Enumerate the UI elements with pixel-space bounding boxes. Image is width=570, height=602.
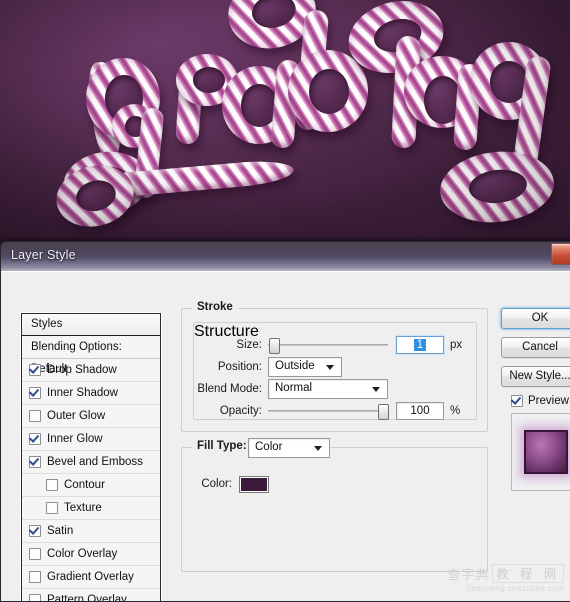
style-label: Color Overlay xyxy=(47,548,118,560)
style-label: Gradient Overlay xyxy=(47,571,134,583)
checkbox-drop-shadow[interactable] xyxy=(29,364,41,376)
size-input[interactable]: 1 xyxy=(396,336,444,354)
opacity-unit: % xyxy=(450,405,461,417)
fill-type-value: Color xyxy=(255,441,283,453)
opacity-slider-track xyxy=(268,410,388,412)
vignette-overlay xyxy=(0,0,570,245)
checkbox-contour[interactable] xyxy=(46,479,58,491)
titlebar-gloss xyxy=(1,242,570,255)
blend-mode-value: Normal xyxy=(275,382,313,394)
watermark: 查字典 教 程 网 jiaocheng.chazidian.com xyxy=(424,564,564,596)
style-row-inner-shadow[interactable]: Inner Shadow xyxy=(22,382,160,405)
checkbox-inner-shadow[interactable] xyxy=(29,387,41,399)
position-select[interactable]: Outside xyxy=(268,357,342,377)
position-value: Outside xyxy=(275,360,315,372)
preview-panel xyxy=(511,413,570,491)
opacity-slider[interactable] xyxy=(268,404,389,420)
opacity-slider-knob[interactable] xyxy=(378,404,389,420)
style-row-contour[interactable]: Contour xyxy=(22,474,160,497)
stroke-group-legend: Stroke xyxy=(192,301,238,313)
stroke-group: Stroke Structure Size: 1 px Position: Ou… xyxy=(181,301,488,432)
style-label: Inner Shadow xyxy=(47,387,118,399)
watermark-url: jiaocheng.chazidian.com xyxy=(467,584,564,593)
stroke-options-pane: Stroke Structure Size: 1 px Position: Ou… xyxy=(181,301,488,572)
fill-type-group: Fill Type: Color Color: xyxy=(181,438,488,572)
structure-group: Structure Size: 1 px Position: Outside B… xyxy=(193,322,477,420)
style-label: Bevel and Emboss xyxy=(47,456,143,468)
blend-mode-select[interactable]: Normal xyxy=(268,379,388,399)
checkbox-texture[interactable] xyxy=(46,502,58,514)
style-row-pattern-overlay[interactable]: Pattern Overlay xyxy=(22,589,160,602)
style-row-outer-glow[interactable]: Outer Glow xyxy=(22,405,160,428)
preview-checkbox-row[interactable]: Preview xyxy=(511,395,570,407)
close-icon[interactable] xyxy=(551,243,570,265)
chevron-down-icon[interactable] xyxy=(326,365,334,370)
style-row-gradient-overlay[interactable]: Gradient Overlay xyxy=(22,566,160,589)
style-label: Pattern Overlay xyxy=(47,594,127,602)
opacity-input[interactable]: 100 xyxy=(396,402,444,420)
color-label: Color: xyxy=(201,478,232,490)
style-label: Outer Glow xyxy=(47,410,106,422)
size-unit: px xyxy=(450,339,463,351)
style-row-texture[interactable]: Texture xyxy=(22,497,160,520)
position-label: Position: xyxy=(217,361,262,373)
checkbox-color-overlay[interactable] xyxy=(29,548,41,560)
ok-button[interactable]: OK xyxy=(501,308,570,329)
chevron-down-icon[interactable] xyxy=(314,446,322,451)
checkbox-outer-glow[interactable] xyxy=(29,410,41,422)
style-row-color-overlay[interactable]: Color Overlay xyxy=(22,543,160,566)
styles-list-header: Styles xyxy=(22,314,160,336)
new-style-button[interactable]: New Style... xyxy=(501,366,570,387)
background-artwork xyxy=(0,0,570,245)
style-label: Drop Shadow xyxy=(47,364,117,376)
watermark-tagline: 教 程 网 xyxy=(492,564,564,583)
style-label: Texture xyxy=(64,502,102,514)
color-swatch[interactable] xyxy=(239,475,269,493)
dialog-titlebar[interactable]: Layer Style xyxy=(1,242,570,272)
dialog-button-column: OK Cancel New Style... Preview xyxy=(501,308,570,491)
checkbox-satin[interactable] xyxy=(29,525,41,537)
watermark-logo: 查字典 教 程 网 xyxy=(424,564,564,583)
style-label: Satin xyxy=(47,525,74,537)
chevron-down-icon[interactable] xyxy=(372,387,380,392)
size-value: 1 xyxy=(413,339,427,351)
style-row-inner-glow[interactable]: Inner Glow xyxy=(22,428,160,451)
blend-mode-label: Blend Mode: xyxy=(197,383,262,395)
styles-list-panel: Styles Blending Options: Default Drop Sh… xyxy=(21,313,161,602)
style-row-bevel-and-emboss[interactable]: Bevel and Emboss xyxy=(22,451,160,474)
opacity-label: Opacity: xyxy=(219,405,262,417)
watermark-brand: 查字典 xyxy=(447,568,490,583)
size-label: Size: xyxy=(236,339,262,351)
dialog-title: Layer Style xyxy=(11,248,76,262)
checkbox-bevel-and-emboss[interactable] xyxy=(29,456,41,468)
fill-type-label: Fill Type: xyxy=(192,440,252,452)
layer-style-dialog: Layer Style Styles Blending Options: Def… xyxy=(0,241,570,602)
blending-options-row[interactable]: Blending Options: Default xyxy=(22,336,160,375)
style-label: Contour xyxy=(64,479,105,491)
checkbox-inner-glow[interactable] xyxy=(29,433,41,445)
size-slider-knob[interactable] xyxy=(269,338,280,354)
size-slider-track xyxy=(268,344,388,346)
dialog-body: Styles Blending Options: Default Drop Sh… xyxy=(1,271,570,601)
style-row-satin[interactable]: Satin xyxy=(22,520,160,543)
style-label: Inner Glow xyxy=(47,433,103,445)
cancel-button[interactable]: Cancel xyxy=(501,337,570,358)
preview-label: Preview xyxy=(528,395,569,407)
checkbox-gradient-overlay[interactable] xyxy=(29,571,41,583)
size-slider[interactable] xyxy=(268,338,388,354)
fill-type-select[interactable]: Color xyxy=(248,438,330,458)
checkbox-preview[interactable] xyxy=(511,395,523,407)
checkbox-pattern-overlay[interactable] xyxy=(29,594,41,601)
preview-thumbnail xyxy=(524,430,568,474)
